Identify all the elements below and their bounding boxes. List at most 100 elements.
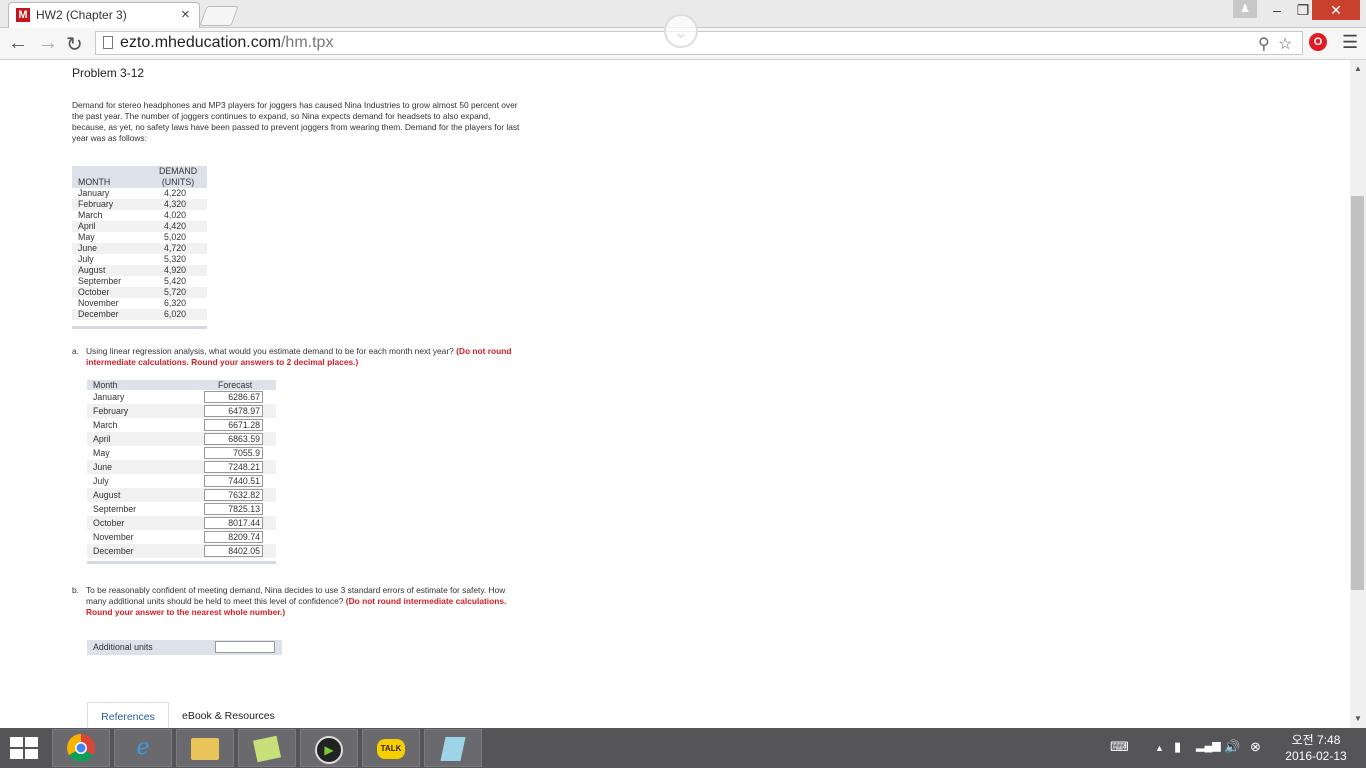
tab-ebook-resources[interactable]: eBook & Resources — [182, 702, 275, 728]
file-explorer-taskbar-icon[interactable] — [176, 729, 234, 767]
tab-close-icon[interactable]: × — [181, 6, 190, 23]
forecast-input[interactable]: 7055.9 — [204, 447, 263, 459]
chrome-menu-icon[interactable]: ☰ — [1342, 32, 1358, 53]
clock-date: 2016-02-13 — [1285, 749, 1347, 763]
month-cell: December — [93, 546, 134, 556]
month-cell: June — [78, 243, 98, 253]
notepad-taskbar-icon[interactable] — [424, 729, 482, 767]
forecast-input[interactable]: 8017.44 — [204, 517, 263, 529]
system-clock[interactable]: 오전 7:48 2016-02-13 — [1276, 732, 1356, 764]
forecast-input[interactable]: 7825.13 — [204, 503, 263, 515]
part-b-question: b. To be reasonably confident of meeting… — [72, 585, 507, 617]
month-cell: August — [93, 490, 121, 500]
forecast-input[interactable]: 8402.05 — [204, 545, 263, 557]
user-profile-icon[interactable]: ♟ — [1233, 0, 1257, 18]
table-header: Month Forecast — [87, 380, 276, 390]
forecast-input[interactable]: 6286.67 — [204, 391, 263, 403]
units-cell: 5,020 — [164, 232, 187, 242]
sticky-notes-taskbar-icon[interactable] — [238, 729, 296, 767]
show-hidden-icons-icon[interactable]: ▲ — [1155, 743, 1164, 753]
additional-units-input[interactable] — [215, 641, 275, 653]
table-row: April 4,420 — [72, 221, 207, 232]
month-cell: August — [78, 265, 106, 275]
forecast-input[interactable]: 6671.28 — [204, 419, 263, 431]
forecast-input[interactable]: 7248.21 — [204, 461, 263, 473]
units-cell: 5,720 — [164, 287, 187, 297]
clock-time: 오전 7:48 — [1291, 733, 1341, 747]
table-row: June 4,720 — [72, 243, 207, 254]
month-cell: October — [78, 287, 110, 297]
col-month-header: MONTH — [78, 177, 111, 187]
browser-tab[interactable]: M HW2 (Chapter 3) × — [8, 2, 200, 28]
internet-explorer-taskbar-icon[interactable]: e — [114, 729, 172, 767]
month-cell: April — [93, 434, 111, 444]
signal-strength-icon[interactable]: ▂▄▆ — [1196, 739, 1221, 752]
tab-title: HW2 (Chapter 3) — [36, 8, 127, 22]
vertical-scrollbar[interactable]: ▲ ▼ — [1350, 60, 1366, 728]
units-cell: 6,020 — [164, 309, 187, 319]
forecast-input[interactable]: 7632.82 — [204, 489, 263, 501]
table-row: November 8209.74 — [87, 530, 276, 544]
month-cell: June — [93, 462, 113, 472]
tab-references[interactable]: References — [87, 702, 169, 728]
new-tab-button[interactable] — [199, 6, 239, 26]
address-bar[interactable]: ezto.mheducation.com/hm.tpx ⚲ ☆ — [95, 31, 1303, 55]
minimize-button[interactable]: – — [1264, 0, 1290, 20]
notification-icon[interactable]: ⊗ — [1250, 739, 1261, 755]
table-row: May 5,020 — [72, 232, 207, 243]
table-row: August 4,920 — [72, 265, 207, 276]
forecast-input[interactable]: 7440.51 — [204, 475, 263, 487]
reload-icon[interactable]: ↻ — [66, 32, 83, 57]
table-row: September 7825.13 — [87, 502, 276, 516]
units-cell: 4,420 — [164, 221, 187, 231]
network-icon[interactable]: ▮ — [1174, 739, 1181, 755]
window-close-button[interactable]: ✕ — [1312, 0, 1360, 20]
forecast-input[interactable]: 6478.97 — [204, 405, 263, 417]
table-row: September 5,420 — [72, 276, 207, 287]
url-text: ezto.mheducation.com/hm.tpx — [120, 34, 334, 51]
table-row: February 6478.97 — [87, 404, 276, 418]
month-cell: May — [93, 448, 110, 458]
media-player-taskbar-icon[interactable]: ▶ — [300, 729, 358, 767]
table-row: October 8017.44 — [87, 516, 276, 530]
col-forecast-header: Forecast — [218, 380, 253, 390]
page-icon — [103, 36, 113, 49]
windows-start-icon[interactable] — [10, 737, 38, 759]
month-cell: April — [78, 221, 96, 231]
extension-icon[interactable]: O — [1309, 33, 1327, 51]
additional-units-label: Additional units — [93, 642, 153, 652]
scroll-up-arrow-icon[interactable]: ▲ — [1354, 64, 1362, 73]
table-row: February 4,320 — [72, 199, 207, 210]
problem-intro: Demand for stereo headphones and MP3 pla… — [72, 100, 520, 143]
units-cell: 4,320 — [164, 199, 187, 209]
scroll-down-arrow-icon[interactable]: ▼ — [1354, 714, 1362, 723]
kakaotalk-taskbar-icon[interactable]: TALK — [362, 729, 420, 767]
col-month-header: Month — [93, 380, 118, 390]
month-cell: September — [78, 276, 122, 286]
zoom-icon[interactable]: ⚲ — [1258, 34, 1270, 54]
download-overlay-icon[interactable]: ⌄ — [664, 14, 698, 48]
units-cell: 5,420 — [164, 276, 187, 286]
table-row: December 6,020 — [72, 309, 207, 320]
table-row: June 7248.21 — [87, 460, 276, 474]
month-cell: February — [78, 199, 114, 209]
page-content: Problem 3-12 Demand for stereo headphone… — [0, 60, 1350, 728]
part-a-letter: a. — [72, 346, 79, 356]
forecast-input[interactable]: 6863.59 — [204, 433, 263, 445]
chrome-taskbar-icon[interactable] — [52, 729, 110, 767]
bookmark-star-icon[interactable]: ☆ — [1278, 34, 1292, 54]
table-footer — [72, 326, 207, 329]
units-cell: 5,320 — [164, 254, 187, 264]
problem-title: Problem 3-12 — [72, 66, 145, 80]
col-demand-header: DEMAND (UNITS) — [158, 166, 198, 187]
table-row: May 7055.9 — [87, 446, 276, 460]
scrollbar-thumb[interactable] — [1351, 196, 1364, 590]
back-arrow-icon[interactable]: ← — [8, 32, 28, 55]
forecast-input[interactable]: 8209.74 — [204, 531, 263, 543]
table-row: December 8402.05 — [87, 544, 276, 558]
volume-icon[interactable]: 🔊 — [1224, 739, 1240, 755]
mcgraw-hill-favicon-icon: M — [16, 8, 30, 22]
units-cell: 6,320 — [164, 298, 187, 308]
keyboard-icon[interactable]: ⌨ — [1110, 739, 1129, 755]
forward-arrow-icon[interactable]: → — [38, 32, 58, 55]
